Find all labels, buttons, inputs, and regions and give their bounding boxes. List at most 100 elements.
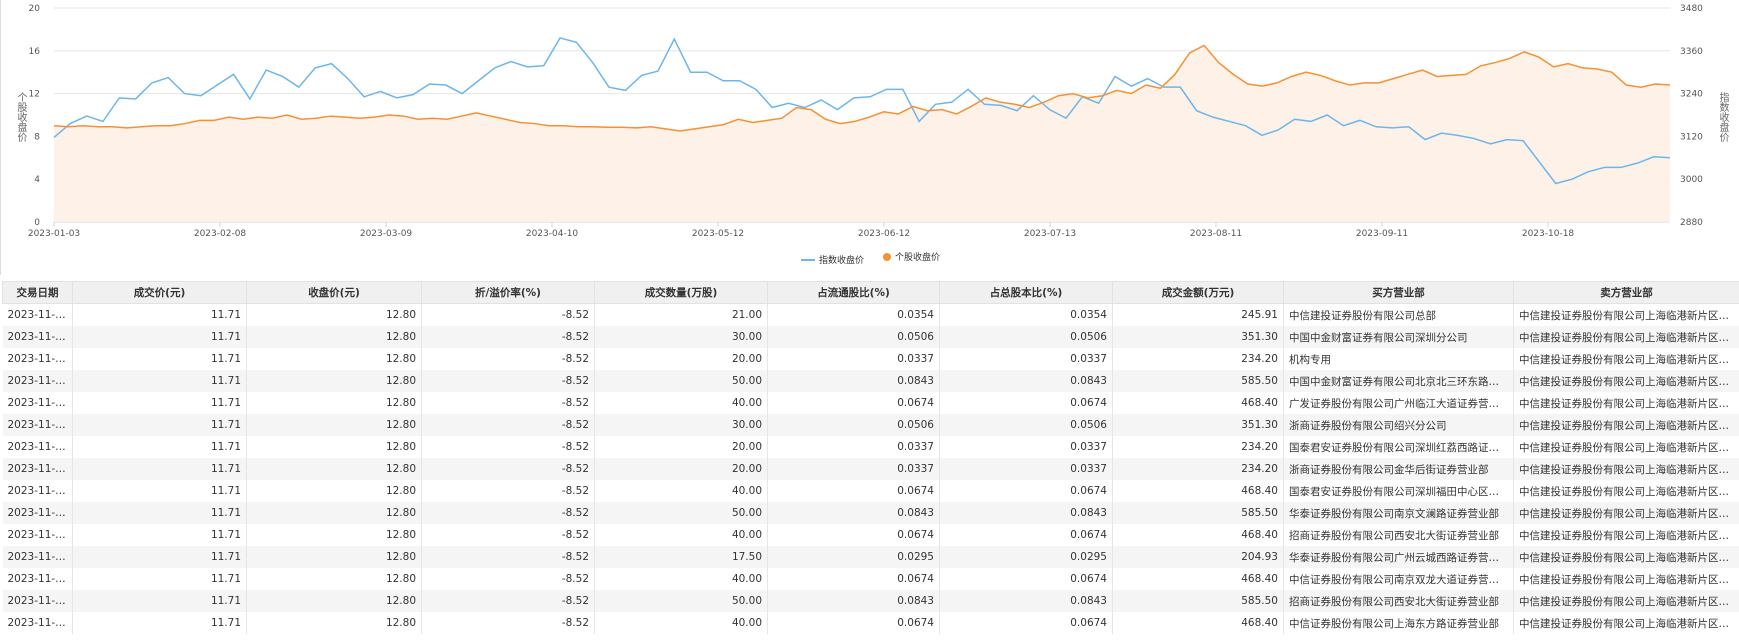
stock-point <box>373 116 376 119</box>
table-cell: 0.0337 <box>939 458 1113 480</box>
stock-point <box>1392 77 1395 80</box>
index-point <box>918 120 921 123</box>
table-row[interactable]: 2023-11-09 11.71 12.80 -8.52 20.00 0.0337 0.03… <box>2 436 1739 458</box>
table-row[interactable]: 2023-11-09 11.71 12.80 -8.52 50.00 0.0843 0.08… <box>2 370 1739 392</box>
table-row[interactable]: 2023-11-09 11.71 12.80 -8.52 40.00 0.0674 0.06… <box>2 480 1739 502</box>
column-header[interactable]: 成交价(元) <box>72 281 247 304</box>
stock-point <box>970 105 973 108</box>
table-row[interactable]: 2023-11-09 11.71 12.80 -8.52 30.00 0.0506 0.05… <box>2 414 1739 436</box>
table-cell: 30.00 <box>594 326 768 348</box>
x-tick-label: 2023-06-12 <box>858 229 910 239</box>
table-row[interactable]: 2023-11-09 11.71 12.80 -8.52 30.00 0.0506 0.05… <box>2 326 1739 348</box>
index-point <box>526 65 529 68</box>
left-tick-label: 4 <box>34 175 40 185</box>
table-row[interactable]: 2023-11-09 11.71 12.80 -8.52 40.00 0.0674 0.06… <box>2 568 1739 590</box>
table-cell: 浙商证券股份有限公司金华后街证券营业部 <box>1283 458 1514 480</box>
index-point <box>428 82 431 85</box>
column-header[interactable]: 买方营业部 <box>1283 281 1514 304</box>
table-cell: 0.0354 <box>767 303 940 326</box>
stock-point <box>1217 61 1220 64</box>
x-tick-label: 2023-02-08 <box>194 229 247 239</box>
table-cell: 中信建投证券股份有限公司上海临港新片区水芸... <box>1513 502 1739 524</box>
index-point <box>1342 124 1345 127</box>
right-axis-title: 指数收盘价 <box>1717 92 1728 142</box>
stock-point <box>926 109 929 112</box>
stock-point <box>1348 84 1351 87</box>
index-point <box>167 76 170 79</box>
stock-point <box>533 122 536 125</box>
index-point <box>869 95 872 98</box>
stock-point <box>169 124 172 127</box>
column-header[interactable]: 折/溢价率(%) <box>421 281 595 304</box>
table-header-row: 交易日期 成交价(元) 收盘价(元) 折/溢价率(%) 成交数量(万股) 占流通股比(%)… <box>2 281 1739 304</box>
table-cell: 20.00 <box>594 436 768 458</box>
table-cell: 0.0337 <box>767 436 940 458</box>
table-cell: 20.00 <box>594 348 768 370</box>
table-cell: 11.71 <box>72 458 247 480</box>
table-cell: -8.52 <box>421 458 595 480</box>
table-row[interactable]: 2023-11-09 11.71 12.80 -8.52 20.00 0.0337 0.03… <box>2 348 1739 370</box>
table-cell: 2023-11-09 <box>2 458 73 480</box>
index-point <box>1146 77 1149 80</box>
stock-point <box>1013 103 1016 106</box>
table-cell: 468.40 <box>1112 524 1284 546</box>
index-point <box>379 90 382 93</box>
column-header[interactable]: 交易日期 <box>2 281 73 304</box>
column-header[interactable]: 成交数量(万股) <box>594 281 768 304</box>
index-point <box>1407 125 1410 128</box>
stock-point <box>649 125 652 128</box>
index-point <box>1603 166 1606 169</box>
table-row[interactable]: 2023-11-09 11.71 12.80 -8.52 17.50 0.0295 0.02… <box>2 546 1739 568</box>
table-cell: 40.00 <box>594 392 768 414</box>
stock-point <box>547 124 550 127</box>
column-header[interactable]: 卖方营业部 <box>1513 281 1739 304</box>
index-point <box>1620 166 1623 169</box>
table-cell: 11.71 <box>72 436 247 458</box>
column-header[interactable]: 成交金额(万元) <box>1112 281 1284 304</box>
table-body: 2023-11-09 11.71 12.80 -8.52 21.00 0.0354 0.03… <box>2 303 1739 634</box>
column-header[interactable]: 占总股本比(%) <box>939 281 1113 304</box>
table-row[interactable]: 2023-11-09 11.71 12.80 -8.52 40.00 0.0674 0.06… <box>2 392 1739 414</box>
index-point <box>232 73 235 76</box>
table-cell: -8.52 <box>421 590 595 612</box>
table-cell: 11.71 <box>72 370 247 392</box>
table-cell: 2023-11-09 <box>2 348 73 370</box>
left-tick-label: 12 <box>29 90 40 100</box>
column-header[interactable]: 收盘价(元) <box>246 281 422 304</box>
stock-point <box>591 125 594 128</box>
legend-item-stock[interactable]: 个股收盘价 <box>882 250 940 263</box>
right-tick-label: 3360 <box>1680 47 1703 57</box>
table-cell: -8.52 <box>421 612 595 634</box>
table-row[interactable]: 2023-11-09 11.71 12.80 -8.52 50.00 0.0843 0.08… <box>2 590 1739 612</box>
table-row[interactable]: 2023-11-09 11.71 12.80 -8.52 21.00 0.0354 0.03… <box>2 303 1739 326</box>
table-cell: 585.50 <box>1112 370 1284 392</box>
table-cell: 广发证券股份有限公司广州临江大道证券营业部 <box>1283 392 1514 414</box>
table-cell: 0.0674 <box>939 612 1113 634</box>
table-cell: 40.00 <box>594 568 768 590</box>
table-row[interactable]: 2023-11-09 11.71 12.80 -8.52 50.00 0.0843 0.08… <box>2 502 1739 524</box>
table-cell: 0.0337 <box>939 348 1113 370</box>
stock-point <box>839 122 842 125</box>
table-cell: 中国中金财富证券有限公司北京北三环东路证券... <box>1283 370 1514 392</box>
stock-point <box>664 127 667 130</box>
table-row[interactable]: 2023-11-09 11.71 12.80 -8.52 40.00 0.0674 0.06… <box>2 524 1739 546</box>
table-cell: 0.0354 <box>939 303 1113 326</box>
table-row[interactable]: 2023-11-09 11.71 12.80 -8.52 40.00 0.0674 0.06… <box>2 612 1739 634</box>
index-point <box>1326 114 1329 117</box>
index-point <box>297 86 300 89</box>
stock-point <box>1377 81 1380 84</box>
stock-point <box>1174 73 1177 76</box>
index-point <box>265 69 268 72</box>
dot-swatch-icon <box>882 252 891 261</box>
index-point <box>983 103 986 106</box>
stock-point <box>1275 81 1278 84</box>
index-point <box>1130 85 1133 88</box>
table-cell: 11.71 <box>72 303 247 326</box>
table-cell: 2023-11-09 <box>2 568 73 590</box>
table-cell: 12.80 <box>246 348 422 370</box>
x-tick-label: 2023-04-10 <box>526 229 579 239</box>
legend-item-index[interactable]: 指数收盘价 <box>801 253 864 266</box>
table-row[interactable]: 2023-11-09 11.71 12.80 -8.52 20.00 0.0337 0.03… <box>2 458 1739 480</box>
column-header[interactable]: 占流通股比(%) <box>767 281 940 304</box>
index-point <box>1424 138 1427 141</box>
